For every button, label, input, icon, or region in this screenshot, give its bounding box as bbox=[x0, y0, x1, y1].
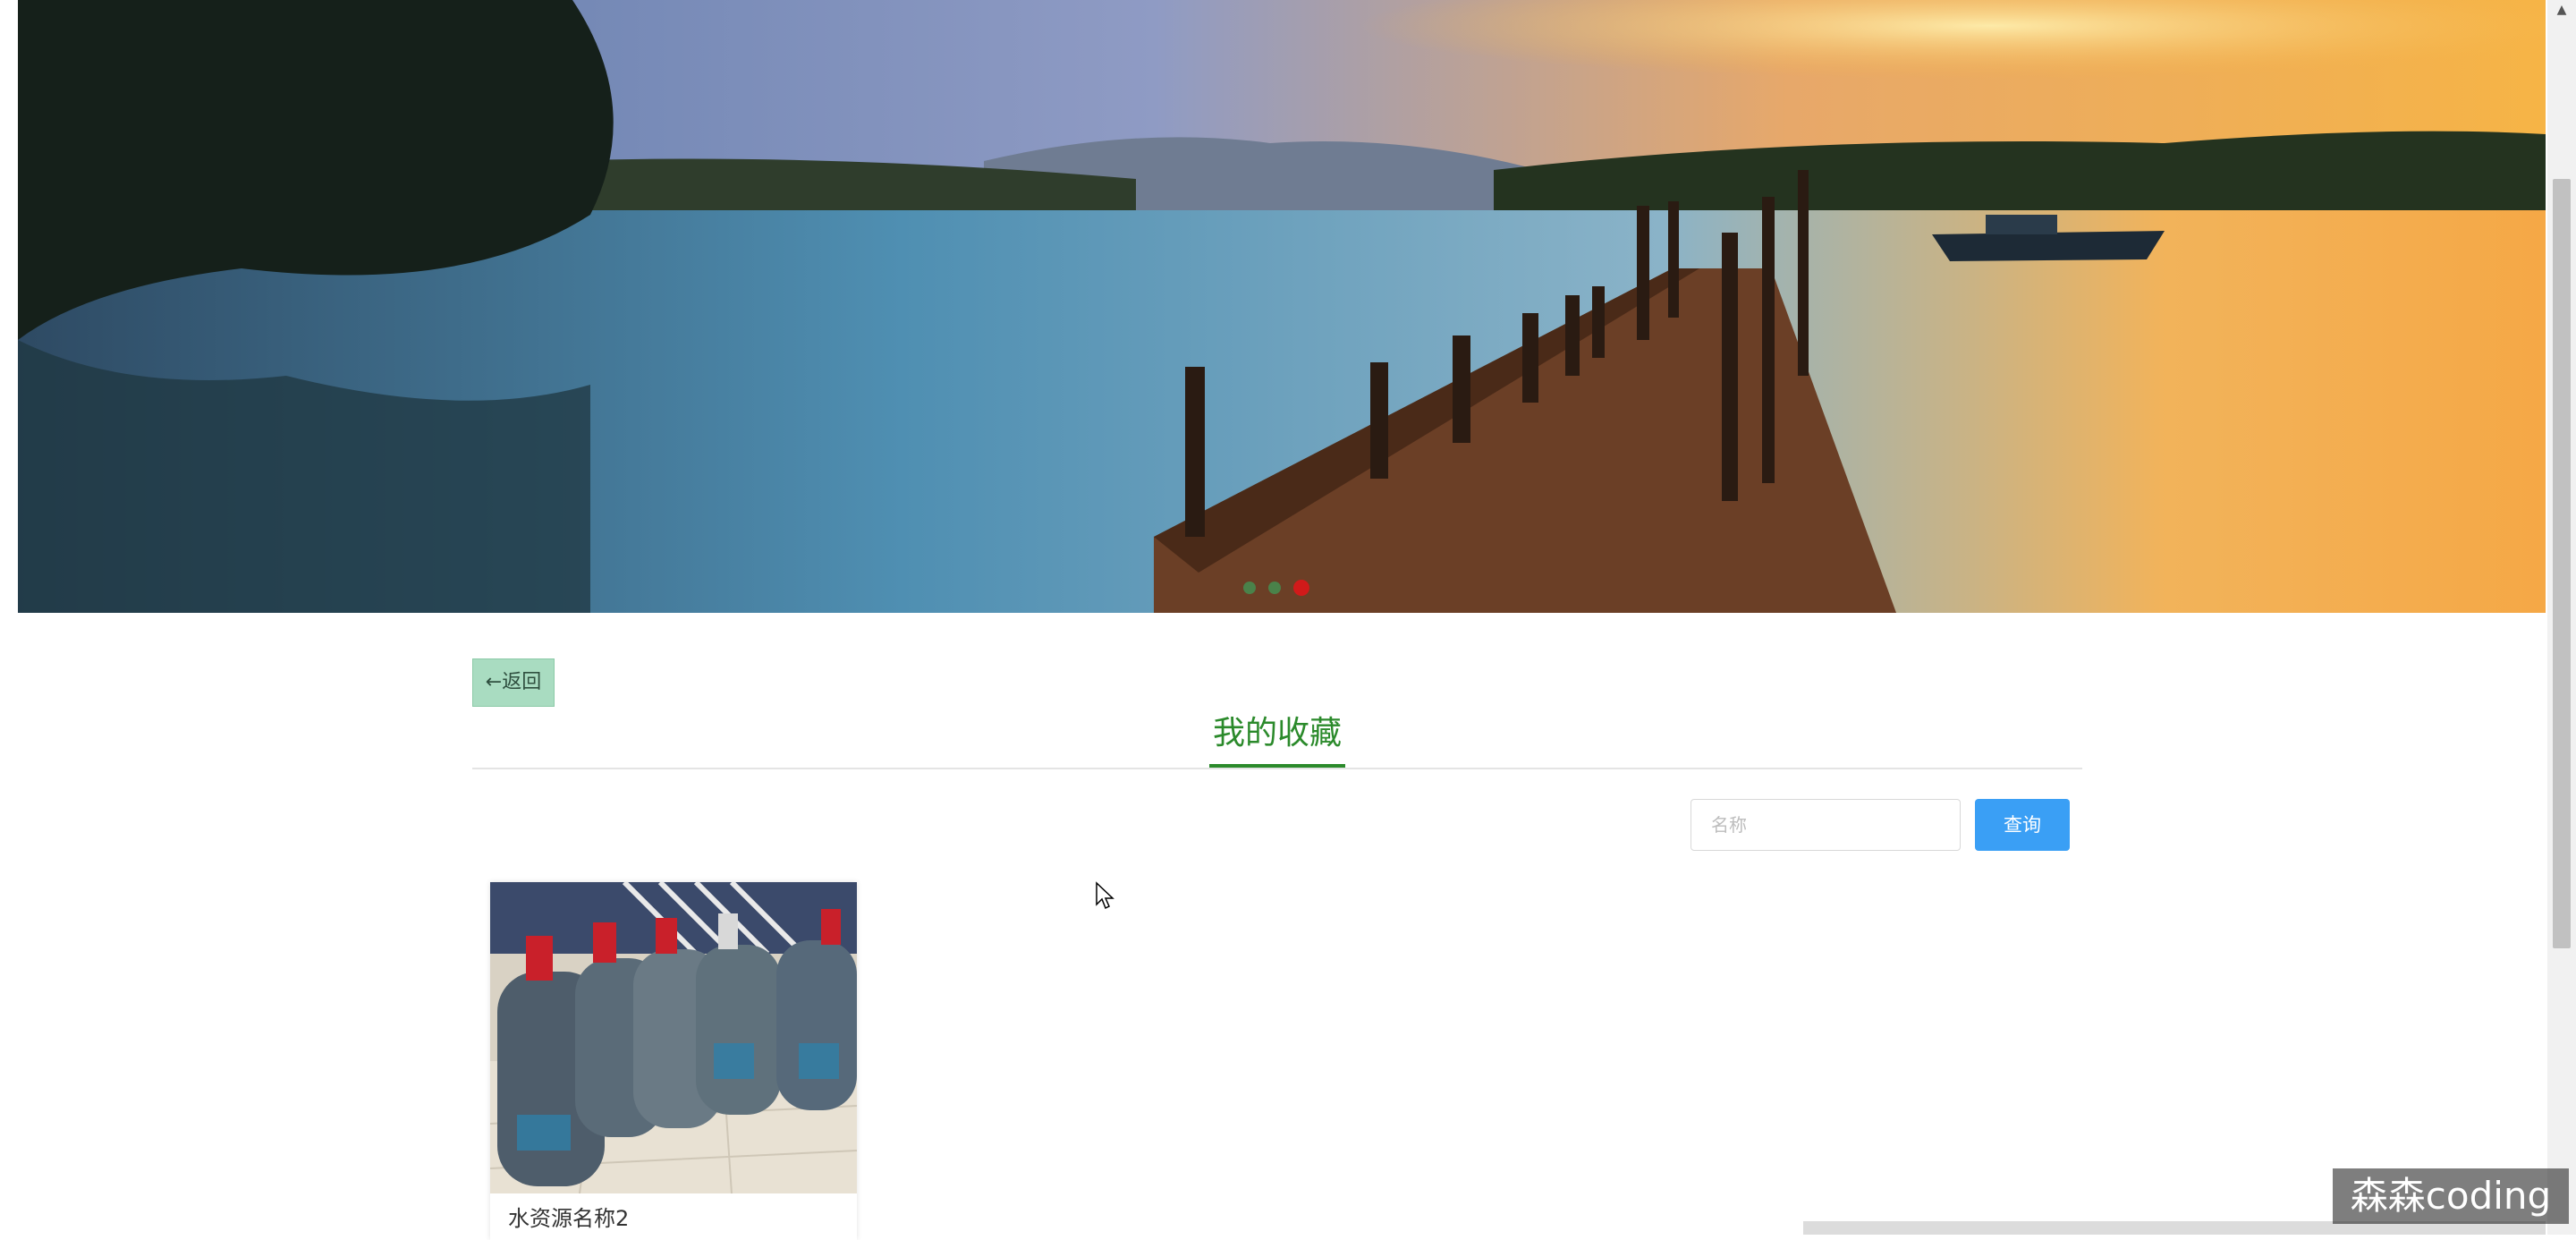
page-title: 我的收藏 bbox=[1212, 715, 1342, 752]
back-button[interactable]: ←返回 bbox=[472, 658, 555, 707]
mouse-cursor-icon bbox=[1096, 881, 1114, 910]
page-header: 我的收藏 bbox=[472, 707, 2082, 769]
title-divider bbox=[472, 768, 2082, 769]
scrollbar-thumb[interactable] bbox=[2553, 179, 2571, 948]
watermark: 森森coding bbox=[2333, 1168, 2569, 1224]
banner-image bbox=[18, 0, 2546, 613]
carousel-dots bbox=[1243, 580, 1309, 596]
favorite-card[interactable]: 水资源名称2 bbox=[490, 882, 857, 1240]
scroll-up-icon[interactable]: ▲ bbox=[2547, 0, 2576, 20]
query-button[interactable]: 查询 bbox=[1975, 799, 2070, 851]
favorite-card-image bbox=[490, 882, 857, 1193]
banner-carousel[interactable] bbox=[18, 0, 2546, 613]
search-input[interactable] bbox=[1690, 799, 1961, 851]
carousel-dot[interactable] bbox=[1268, 582, 1281, 594]
carousel-dot-active[interactable] bbox=[1293, 580, 1309, 596]
favorite-card-name: 水资源名称2 bbox=[508, 1206, 630, 1231]
carousel-dot[interactable] bbox=[1243, 582, 1256, 594]
vertical-scrollbar[interactable]: ▲ bbox=[2547, 0, 2576, 1235]
